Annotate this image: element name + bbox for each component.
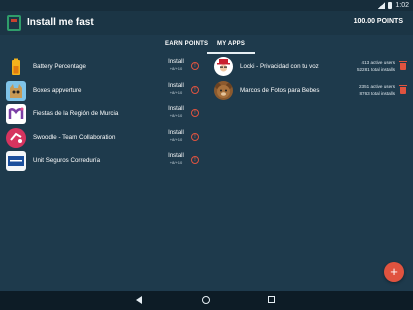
app-name: Marcos de Fotos para Bebes [240,86,320,94]
locki-icon [214,57,233,76]
install-button[interactable]: Install +8/+10 [167,130,185,142]
list-item[interactable]: Swoodle - Team Collaboration Install +8/+… [0,126,206,150]
install-button[interactable]: Install +8/+10 [167,83,185,95]
app-stats: 2351 active users 8763 total installs [358,83,395,96]
info-icon[interactable]: ! [191,62,199,70]
app-bar: Install me fast 100.00 POINTS [0,11,413,35]
earn-points-list: Battery Percentage Install +8/+10 ! Boxes… [0,55,206,173]
list-item[interactable]: Unit Seguros Correduría Install +8/+10 ! [0,149,206,173]
info-icon[interactable]: ! [191,156,199,164]
my-apps-list: Locki - Privacidad con tu voz 413 active… [206,55,413,102]
install-button[interactable]: Install +8/+10 [167,153,185,165]
list-item[interactable]: Marcos de Fotos para Bebes 2351 active u… [206,79,413,103]
navigation-bar [0,291,413,310]
app-stats: 413 active users 52281 total installs [356,60,395,72]
app-name: Battery Percentage [33,63,86,70]
add-button[interactable]: + [384,262,404,282]
install-button[interactable]: Install +8/+10 [167,106,185,118]
tab-earn-points[interactable]: EARN POINTS [165,41,208,47]
signal-icon [378,2,386,9]
list-item[interactable]: Boxes appverture Install +8/+10 ! [0,79,206,103]
home-icon[interactable] [202,296,210,304]
status-time: 1:02 [395,2,409,9]
app-name: Swoodle - Team Collaboration [33,133,116,141]
app-name: Fiestas de la Región de Murcia [33,110,119,117]
app-name: Unit Seguros Correduría [33,157,101,164]
app-title: Install me fast [27,17,94,28]
list-item[interactable]: Battery Percentage Install +8/+10 ! [0,55,206,79]
active-tab-indicator [207,52,255,54]
unit-seguros-icon [6,151,26,171]
tab-my-apps[interactable]: MY APPS [217,41,245,47]
app-logo-icon [7,15,21,31]
points-counter: 100.00 POINTS [353,18,403,25]
list-item[interactable]: Locki - Privacidad con tu voz 413 active… [206,55,413,79]
app-name: Locki - Privacidad con tu voz [240,63,319,70]
delete-icon[interactable] [399,84,407,94]
info-icon[interactable]: ! [191,85,199,94]
recent-apps-icon[interactable] [268,296,275,303]
swoodle-icon [6,127,26,148]
bear-icon [214,80,233,100]
delete-icon[interactable] [399,61,407,70]
back-icon[interactable] [136,296,142,304]
info-icon[interactable]: ! [191,109,199,117]
app-name: Boxes appverture [33,86,82,94]
list-item[interactable]: Fiestas de la Región de Murcia Install +8… [0,102,206,126]
tab-bar: EARN POINTS MY APPS [0,35,413,55]
battery-icon [6,57,26,77]
box-character-icon [6,80,26,101]
info-icon[interactable]: ! [191,132,199,141]
install-button[interactable]: Install +8/+10 [167,59,185,71]
battery-status-icon [388,2,393,9]
m-letter-icon [6,104,26,124]
status-bar: 1:02 [0,0,413,11]
